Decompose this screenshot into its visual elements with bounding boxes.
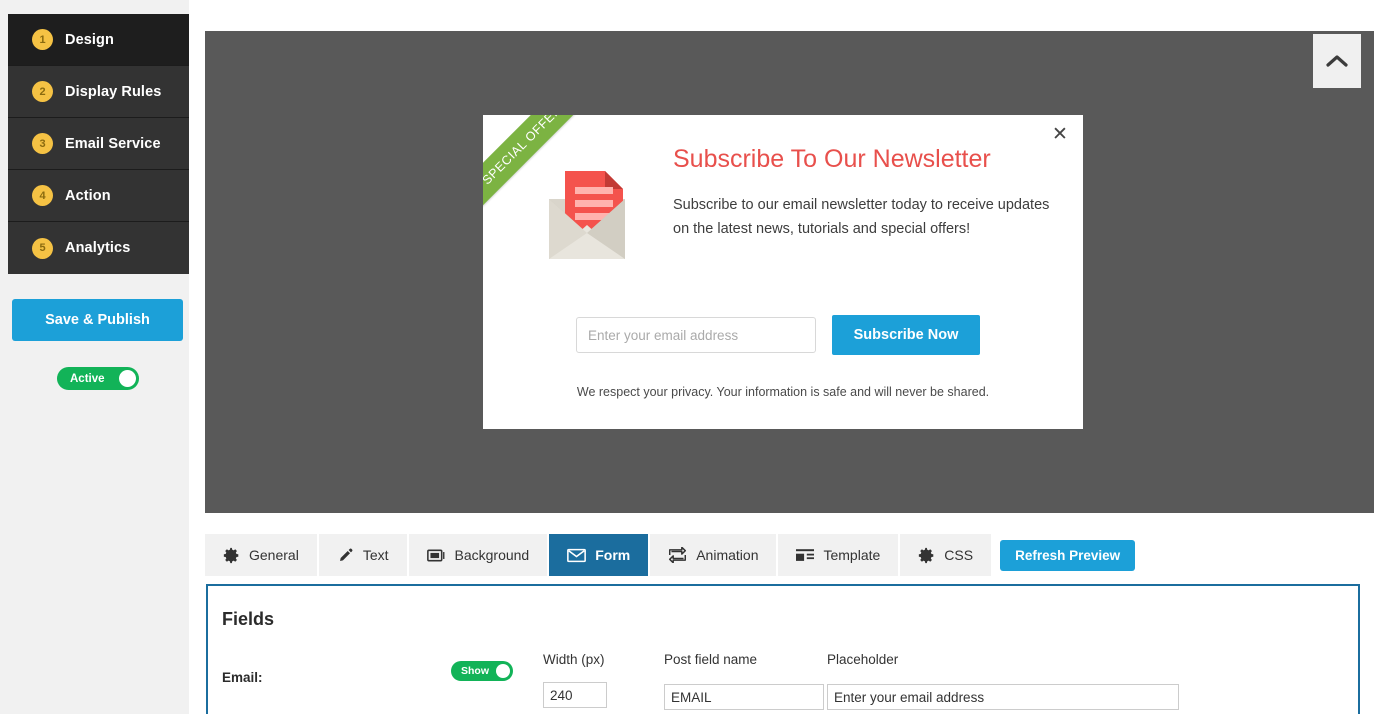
column-header-post-field-name: Post field name xyxy=(664,652,758,667)
step-number-badge: 3 xyxy=(32,133,53,154)
sidebar-item-label: Email Service xyxy=(65,135,161,152)
email-post-field-name-input[interactable] xyxy=(664,684,824,710)
tab-animation[interactable]: Animation xyxy=(650,534,779,576)
gear-icon xyxy=(223,547,240,564)
toggle-knob xyxy=(119,370,136,387)
tab-label: CSS xyxy=(944,547,974,563)
animation-icon xyxy=(668,547,687,563)
settings-tabs: General Text Background Form Animation T… xyxy=(205,534,1136,576)
email-show-toggle[interactable]: Show xyxy=(451,661,513,681)
steps-navigation: 1 Design 2 Display Rules 3 Email Service… xyxy=(8,14,189,274)
popup-preview-area: SPECIAL OFFER ✕ Subscribe To Our Newslet… xyxy=(205,31,1374,513)
step-number-badge: 5 xyxy=(32,237,53,259)
image-icon xyxy=(426,548,446,563)
popup-title: Subscribe To Our Newsletter xyxy=(673,145,991,173)
sidebar-item-display-rules[interactable]: 2 Display Rules xyxy=(8,66,189,118)
close-icon[interactable]: ✕ xyxy=(1047,121,1073,147)
subscribe-now-button[interactable]: Subscribe Now xyxy=(832,315,980,355)
tab-label: Form xyxy=(595,547,631,563)
sidebar-item-design[interactable]: 1 Design xyxy=(8,14,189,66)
tab-label: Background xyxy=(454,547,530,563)
sidebar-item-analytics[interactable]: 5 Analytics xyxy=(8,222,189,274)
step-number-badge: 4 xyxy=(32,185,53,206)
popup-privacy-note: We respect your privacy. Your informatio… xyxy=(576,385,990,399)
chevron-up-icon xyxy=(1325,53,1349,69)
layout-icon xyxy=(796,548,815,563)
column-header-placeholder: Placeholder xyxy=(827,652,899,667)
gear-icon xyxy=(918,547,935,564)
sidebar-item-action[interactable]: 4 Action xyxy=(8,170,189,222)
fields-panel-title: Fields xyxy=(222,609,275,629)
tab-css[interactable]: CSS xyxy=(900,534,994,576)
tab-template[interactable]: Template xyxy=(778,534,901,576)
email-placeholder-input[interactable] xyxy=(827,684,1179,710)
tab-label: Animation xyxy=(696,547,759,563)
step-number-badge: 2 xyxy=(32,81,53,102)
tab-label: Template xyxy=(823,547,881,563)
tab-text[interactable]: Text xyxy=(318,534,409,576)
fields-panel: Fields Width (px) Post field name Placeh… xyxy=(206,584,1360,714)
sidebar-item-email-service[interactable]: 3 Email Service xyxy=(8,118,189,170)
sidebar-item-label: Design xyxy=(65,31,114,48)
email-field-label: Email: xyxy=(222,670,263,685)
collapse-preview-button[interactable] xyxy=(1313,34,1361,88)
tab-label: Text xyxy=(362,547,389,563)
sidebar: 1 Design 2 Display Rules 3 Email Service… xyxy=(0,0,189,714)
sidebar-item-label: Display Rules xyxy=(65,83,162,100)
popup-email-input[interactable] xyxy=(576,317,816,353)
column-header-width: Width (px) xyxy=(543,652,605,667)
pencil-icon xyxy=(337,547,354,564)
tab-label: General xyxy=(249,547,299,563)
sidebar-item-label: Analytics xyxy=(65,240,131,256)
email-width-input[interactable] xyxy=(543,682,607,708)
newsletter-popup: SPECIAL OFFER ✕ Subscribe To Our Newslet… xyxy=(483,115,1083,429)
envelope-icon xyxy=(567,548,587,563)
envelope-newsletter-icon xyxy=(533,155,641,265)
popup-description: Subscribe to our email newsletter today … xyxy=(673,196,1050,238)
main-content: SPECIAL OFFER ✕ Subscribe To Our Newslet… xyxy=(189,0,1389,714)
active-status-toggle[interactable]: Active xyxy=(57,367,139,390)
tab-general[interactable]: General xyxy=(205,534,319,576)
popup-text-block: Subscribe To Our Newsletter Subscribe to… xyxy=(673,145,1069,242)
tab-form[interactable]: Form xyxy=(549,534,651,576)
refresh-preview-button[interactable]: Refresh Preview xyxy=(1000,539,1136,571)
sidebar-item-label: Action xyxy=(65,187,111,204)
popup-subscribe-form: Subscribe Now xyxy=(576,315,980,355)
step-number-badge: 1 xyxy=(32,29,53,50)
active-toggle-label: Active xyxy=(70,372,105,385)
tab-background[interactable]: Background xyxy=(408,534,550,576)
show-toggle-label: Show xyxy=(461,665,489,677)
save-and-publish-button[interactable]: Save & Publish xyxy=(12,299,183,341)
toggle-knob xyxy=(496,664,510,678)
